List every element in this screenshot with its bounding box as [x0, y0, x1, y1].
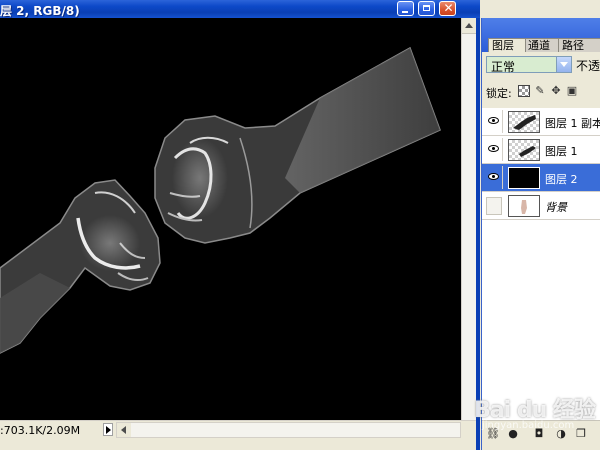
status-menu-button[interactable] — [103, 423, 113, 436]
document-window: 层 2, RGB/8) ✕:703.1K/2.09M — [0, 0, 480, 450]
layer-mask-icon[interactable]: ◘ — [532, 427, 546, 441]
visibility-toggle[interactable] — [484, 138, 503, 161]
panel-header[interactable]: 图层 通道 路径 — [482, 18, 600, 52]
layers-panel: 图层 通道 路径 正常 不透 锁定: ✎ ✥ ▣ 图层 1 副本 图层 1 图层… — [481, 18, 600, 450]
tab-channels[interactable]: 通道 — [524, 38, 560, 52]
layer-name: 图层 1 副本 — [545, 117, 600, 130]
layer-row-layer2[interactable]: 图层 2 — [482, 164, 600, 192]
visibility-toggle[interactable] — [486, 197, 502, 215]
layer-thumbnail — [508, 139, 540, 161]
document-size-readout: :703.1K/2.09M — [0, 424, 81, 437]
lock-transparent-pixels-icon[interactable] — [518, 85, 530, 97]
layer-row-layer1[interactable]: 图层 1 — [482, 136, 600, 164]
layer-style-icon[interactable]: ● — [506, 427, 520, 441]
visibility-toggle[interactable] — [484, 110, 503, 133]
blend-mode-value: 正常 — [491, 60, 516, 74]
maximize-button[interactable] — [418, 1, 435, 16]
photoshop-workspace: 层 2, RGB/8) ✕:703.1K/2.09M 图层 通道 路径 正常 … — [0, 0, 600, 450]
maximize-icon — [423, 5, 430, 11]
play-triangle-icon — [106, 426, 111, 434]
lock-all-icon[interactable]: ▣ — [566, 85, 578, 97]
lock-row: 锁定: ✎ ✥ ▣ — [486, 84, 600, 101]
eye-icon — [488, 145, 499, 152]
opacity-label: 不透 — [576, 59, 600, 73]
layer-row-background[interactable]: 背景 — [482, 192, 600, 220]
visibility-toggle[interactable] — [484, 166, 503, 189]
arrow-up-icon — [465, 23, 473, 28]
blend-mode-select[interactable]: 正常 — [486, 56, 572, 74]
scroll-up-button[interactable] — [462, 18, 476, 34]
window-frame-edge — [476, 18, 480, 450]
left-fist — [0, 179, 161, 354]
layers-list: 图层 1 副本 图层 1 图层 2 背景 — [482, 108, 600, 448]
link-layers-icon[interactable]: ⛓ — [486, 427, 500, 441]
layer-name: 背景 — [545, 201, 567, 214]
right-fist — [154, 46, 441, 244]
panel-tabs: 图层 通道 路径 — [488, 38, 600, 52]
tab-paths[interactable]: 路径 — [558, 38, 600, 52]
status-bar: :703.1K/2.09M — [0, 420, 476, 450]
horizontal-scrollbar[interactable] — [116, 422, 461, 438]
arrow-left-icon — [121, 426, 126, 434]
fist-bump-artwork — [0, 46, 441, 354]
lock-image-pixels-icon[interactable]: ✎ — [534, 85, 546, 97]
adjustment-layer-icon[interactable]: ◑ — [554, 427, 568, 441]
layer-thumbnail — [508, 195, 540, 217]
eye-icon — [488, 173, 499, 180]
vertical-scrollbar[interactable] — [461, 18, 476, 420]
lock-position-icon[interactable]: ✥ — [550, 85, 562, 97]
close-icon: ✕ — [443, 1, 454, 15]
eye-icon — [488, 117, 499, 124]
panel-top-edge — [480, 0, 600, 18]
minimize-icon — [402, 11, 408, 13]
document-title: 层 2, RGB/8) — [0, 4, 80, 18]
minimize-button[interactable] — [397, 1, 414, 16]
close-button[interactable]: ✕ — [439, 1, 456, 16]
layer-thumbnail — [508, 111, 540, 133]
layer-row-layer1-copy[interactable]: 图层 1 副本 — [482, 108, 600, 136]
chevron-down-icon — [560, 62, 568, 67]
blend-mode-row: 正常 不透 — [486, 56, 600, 74]
scroll-left-button[interactable] — [117, 423, 131, 437]
new-layer-icon[interactable]: ❐ — [574, 427, 588, 441]
tab-layers[interactable]: 图层 — [488, 38, 526, 52]
document-title-bar[interactable]: 层 2, RGB/8) ✕ — [0, 0, 480, 18]
lock-label: 锁定: — [486, 87, 512, 100]
image-canvas[interactable] — [0, 18, 461, 420]
layer-name: 图层 1 — [545, 145, 578, 158]
blend-mode-dropdown-button[interactable] — [556, 57, 571, 72]
panel-bottom-toolbar: ⛓ ● ◘ ◑ ❐ — [482, 420, 600, 450]
layer-name: 图层 2 — [545, 173, 578, 186]
layer-thumbnail — [508, 167, 540, 189]
